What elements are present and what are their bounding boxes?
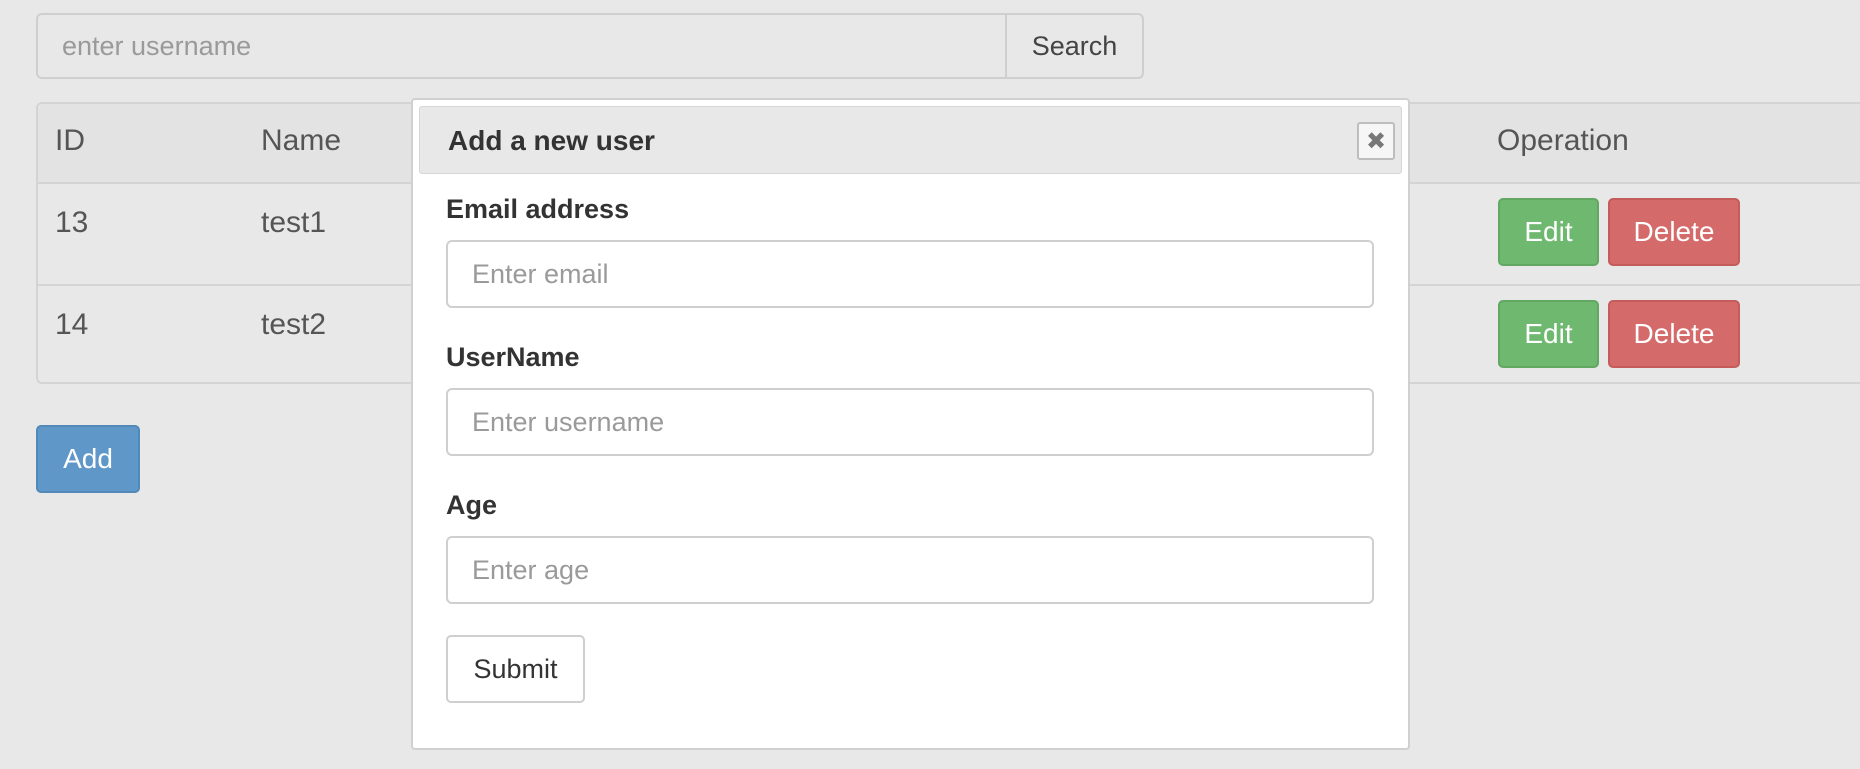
age-field[interactable]	[446, 536, 1374, 604]
search-bar: Search	[36, 13, 1144, 79]
page: Search ID Name Operation 13 test1 Edit D…	[0, 0, 1860, 769]
cell-id: 14	[55, 308, 89, 341]
column-header-id: ID	[55, 124, 85, 157]
age-label: Age	[446, 490, 498, 520]
search-button[interactable]: Search	[1005, 13, 1144, 79]
cell-name: test2	[261, 308, 327, 341]
modal-header: Add a new user ✖	[419, 106, 1402, 174]
column-header-operation: Operation	[1497, 124, 1629, 157]
column-header-name: Name	[261, 124, 342, 157]
edit-button[interactable]: Edit	[1498, 300, 1599, 368]
username-field[interactable]	[446, 388, 1374, 456]
edit-button[interactable]: Edit	[1498, 198, 1599, 266]
username-label: UserName	[446, 342, 580, 372]
delete-button[interactable]: Delete	[1608, 198, 1740, 266]
close-icon[interactable]: ✖	[1357, 122, 1395, 160]
submit-button[interactable]: Submit	[446, 635, 585, 703]
add-user-modal: Add a new user ✖ Email address UserName …	[411, 98, 1410, 750]
email-field[interactable]	[446, 240, 1374, 308]
modal-title: Add a new user	[448, 125, 655, 156]
cell-id: 13	[55, 206, 89, 239]
cell-name: test1	[261, 206, 327, 239]
add-user-button[interactable]: Add	[36, 425, 140, 493]
search-input[interactable]	[36, 13, 1005, 79]
delete-button[interactable]: Delete	[1608, 300, 1740, 368]
email-label: Email address	[446, 194, 630, 224]
